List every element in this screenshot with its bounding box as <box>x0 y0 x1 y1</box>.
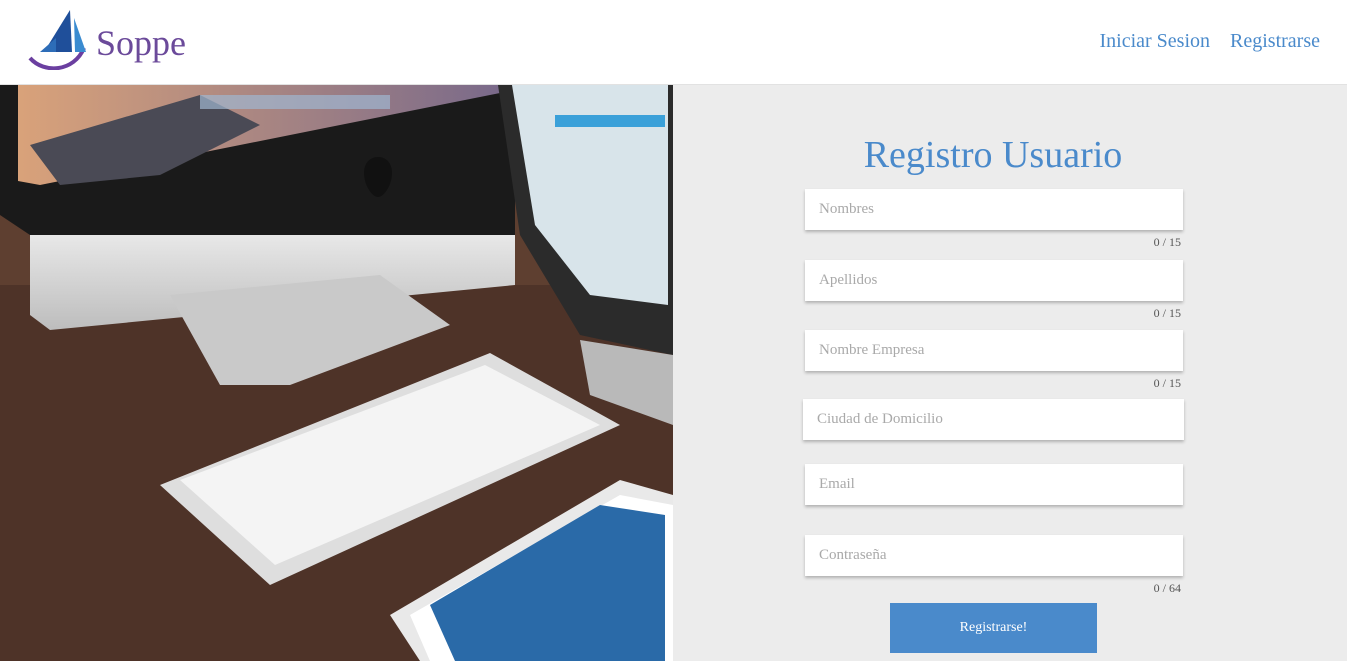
company-name-field[interactable] <box>805 330 1183 371</box>
register-link[interactable]: Registrarse <box>1230 30 1320 53</box>
last-name-field[interactable] <box>805 260 1183 301</box>
first-name-counter: 0 / 15 <box>1153 235 1181 249</box>
form-title: Registro Usuario <box>863 134 1123 176</box>
password-field[interactable] <box>805 535 1183 576</box>
email-field[interactable] <box>805 464 1183 505</box>
brand-name[interactable]: Soppe <box>96 22 186 64</box>
company-name-counter: 0 / 15 <box>1153 376 1181 390</box>
last-name-counter: 0 / 15 <box>1153 306 1181 320</box>
city-field[interactable] <box>803 399 1184 440</box>
password-counter: 0 / 64 <box>1153 581 1181 595</box>
first-name-field[interactable] <box>805 189 1183 230</box>
register-submit-button[interactable]: Registrarse! <box>890 603 1097 653</box>
top-header: Soppe Iniciar Sesion Registrarse <box>0 0 1347 85</box>
hero-photo <box>0 85 673 661</box>
registration-form: Registro Usuario 0 / 15 0 / 15 0 / 15 0 … <box>673 85 1347 661</box>
sailboat-logo-icon[interactable] <box>26 8 92 70</box>
top-nav: Iniciar Sesion Registrarse <box>1099 30 1320 53</box>
login-link[interactable]: Iniciar Sesion <box>1099 30 1210 53</box>
